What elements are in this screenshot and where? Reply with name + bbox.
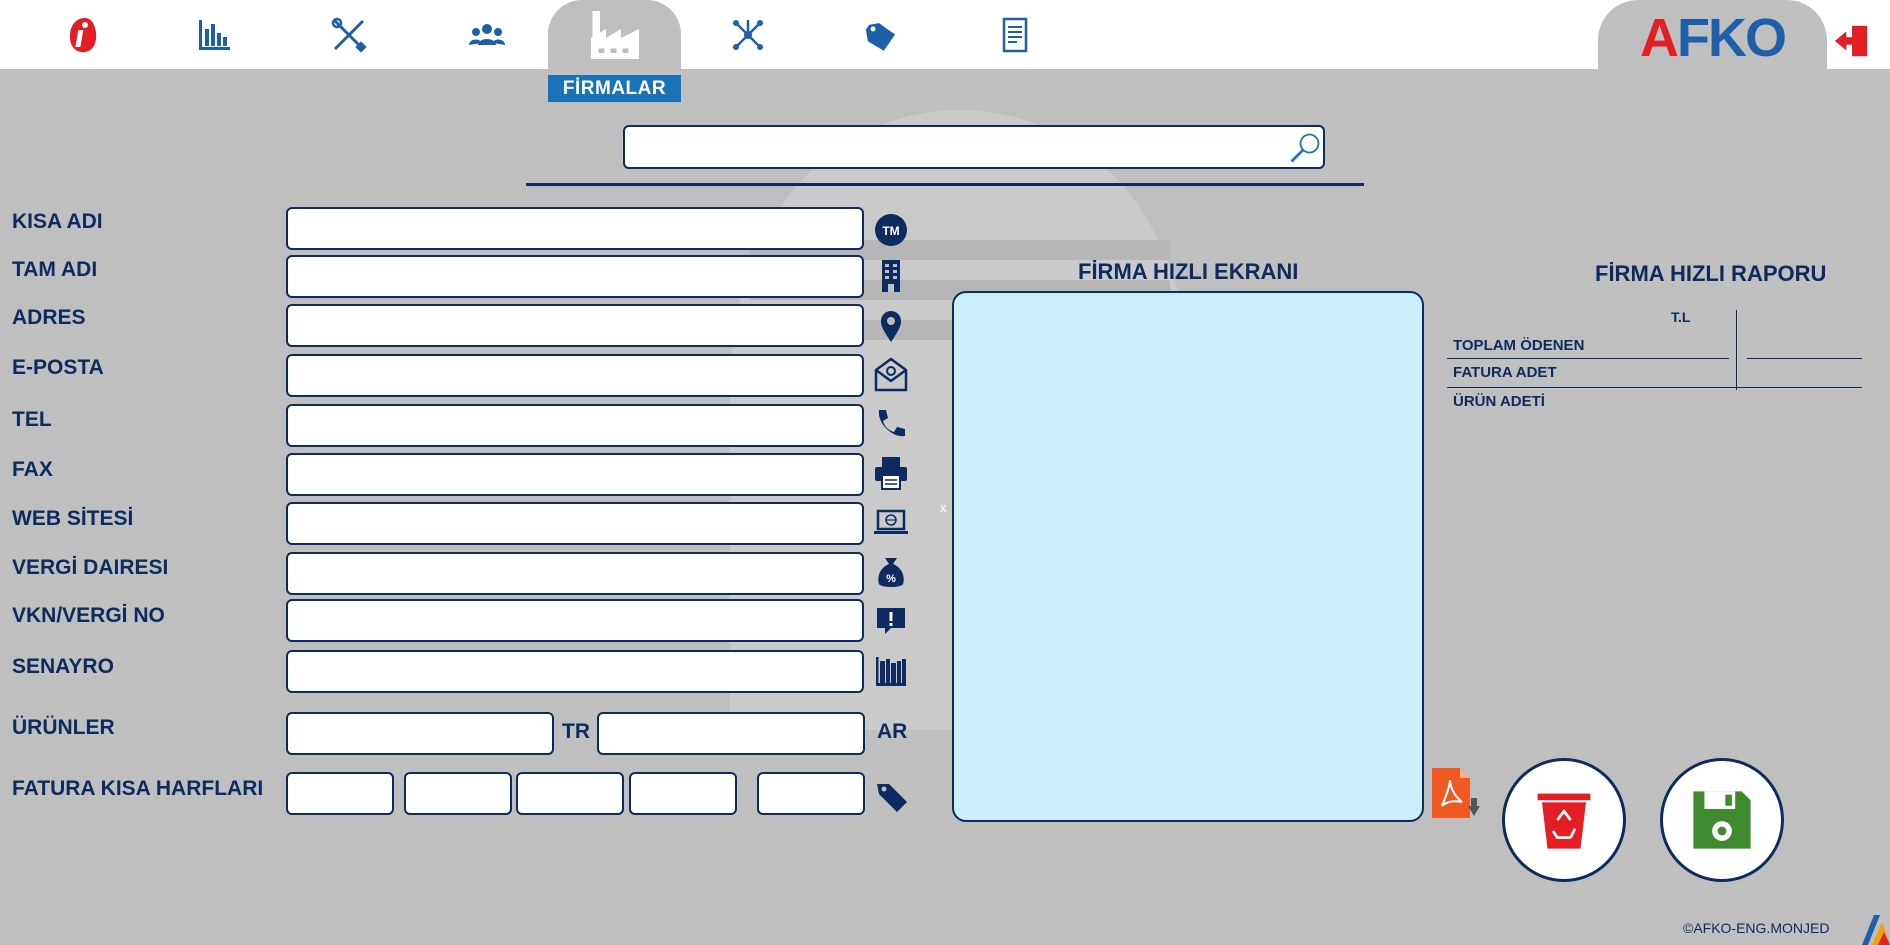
website-input[interactable] [286, 502, 864, 545]
invoice-letter-input-5[interactable] [757, 772, 865, 815]
quick-screen-panel[interactable] [952, 291, 1424, 822]
price-tag-icon [877, 784, 907, 812]
brand-letter-a: A [1640, 8, 1679, 68]
label-full-name: TAM ADI [12, 258, 98, 281]
tax-office-input[interactable] [286, 552, 864, 595]
printer-icon [875, 457, 907, 490]
quick-report-title: FİRMA HIZLI RAPORU [1595, 261, 1827, 286]
pdf-download-icon[interactable] [1430, 766, 1482, 822]
label-tax-number: VKN/VERGİ NO [12, 604, 165, 627]
lang-ar-label: AR [877, 720, 908, 743]
nav-documents[interactable] [948, 0, 1082, 69]
lang-tr-label: TR [562, 720, 590, 743]
bar-chart-icon [199, 19, 230, 50]
save-button[interactable] [1660, 758, 1784, 882]
report-row-product-count: ÜRÜN ADETİ [1453, 393, 1545, 410]
address-input[interactable] [286, 304, 864, 347]
invoice-letter-input-4[interactable] [629, 772, 737, 815]
svg-text:%: % [886, 573, 896, 585]
tax-bag-icon: % [878, 558, 904, 587]
nav-tags[interactable] [814, 0, 948, 69]
label-invoice-letters: FATURA KISA HARFLARI [12, 777, 264, 800]
document-icon [1002, 17, 1028, 52]
report-column-divider [1736, 310, 1737, 390]
trademark-icon: TM [875, 214, 907, 246]
fax-input[interactable] [286, 453, 864, 496]
phone-icon [878, 410, 905, 437]
label-phone: TEL [12, 408, 52, 431]
report-row-invoice-count: FATURA ADET [1453, 364, 1557, 381]
label-scenario: SENAYRO [12, 655, 114, 678]
products-ar-input[interactable] [597, 712, 865, 755]
brand-i-icon [69, 17, 97, 52]
products-tr-input[interactable] [286, 712, 554, 755]
scenario-input[interactable] [286, 650, 864, 693]
invoice-letter-input-2[interactable] [404, 772, 512, 815]
label-address: ADRES [12, 306, 86, 329]
invoice-letter-input-1[interactable] [286, 772, 394, 815]
recycle-bin-icon [1537, 793, 1591, 849]
tag-icon [865, 22, 896, 51]
books-icon [876, 657, 906, 686]
nav-companies[interactable] [548, 0, 681, 69]
label-email: E-POSTA [12, 356, 104, 379]
report-row-total-paid: TOPLAM ÖDENEN [1453, 337, 1585, 354]
label-short-name: KISA ADI [12, 210, 103, 233]
report-divider [1447, 358, 1729, 359]
nav-home[interactable] [16, 0, 150, 69]
quick-screen-title: FİRMA HIZLI EKRANI [1078, 259, 1299, 284]
report-divider [1447, 387, 1862, 388]
report-column-tl: T.L [1671, 309, 1691, 325]
label-products: ÜRÜNLER [12, 716, 115, 739]
phone-input[interactable] [286, 404, 864, 447]
footer-brand-icon [1862, 915, 1890, 945]
nav-active-caption: FİRMALAR [548, 75, 681, 102]
network-icon [733, 19, 763, 50]
short-name-input[interactable] [286, 207, 864, 250]
nav-reports[interactable] [147, 0, 281, 69]
brand-logo: AFKO [1640, 8, 1787, 68]
email-input[interactable] [286, 354, 864, 397]
delete-button[interactable] [1502, 758, 1626, 882]
nav-network[interactable] [681, 0, 815, 69]
nav-users[interactable] [420, 0, 554, 69]
tools-icon [331, 17, 367, 53]
label-fax: FAX [12, 458, 53, 481]
location-pin-icon [881, 311, 901, 342]
email-icon [874, 357, 908, 392]
quick-screen-close[interactable]: x [940, 500, 947, 515]
tax-number-input[interactable] [286, 599, 864, 642]
factory-icon [590, 10, 639, 59]
footer-copyright: ©AFKO-ENG.MONJED [1683, 920, 1830, 936]
floppy-save-icon [1693, 791, 1751, 849]
brand-letter-o: O [1744, 8, 1787, 68]
report-divider [1747, 358, 1862, 359]
svg-text:TM: TM [882, 224, 899, 238]
building-icon [882, 260, 900, 292]
full-name-input[interactable] [286, 255, 864, 298]
search-input[interactable] [623, 125, 1325, 169]
web-icon [874, 509, 908, 534]
alert-message-icon [877, 608, 905, 634]
nav-tools[interactable] [282, 0, 416, 69]
brand-letters-fk: FK [1677, 8, 1747, 68]
search-icon[interactable] [1287, 130, 1323, 166]
search-divider [526, 183, 1364, 186]
label-tax-office: VERGİ DAIRESI [12, 556, 169, 579]
invoice-letter-input-3[interactable] [516, 772, 624, 815]
users-icon [469, 23, 505, 45]
label-website: WEB SİTESİ [12, 507, 134, 530]
logout-icon[interactable] [1833, 22, 1871, 60]
